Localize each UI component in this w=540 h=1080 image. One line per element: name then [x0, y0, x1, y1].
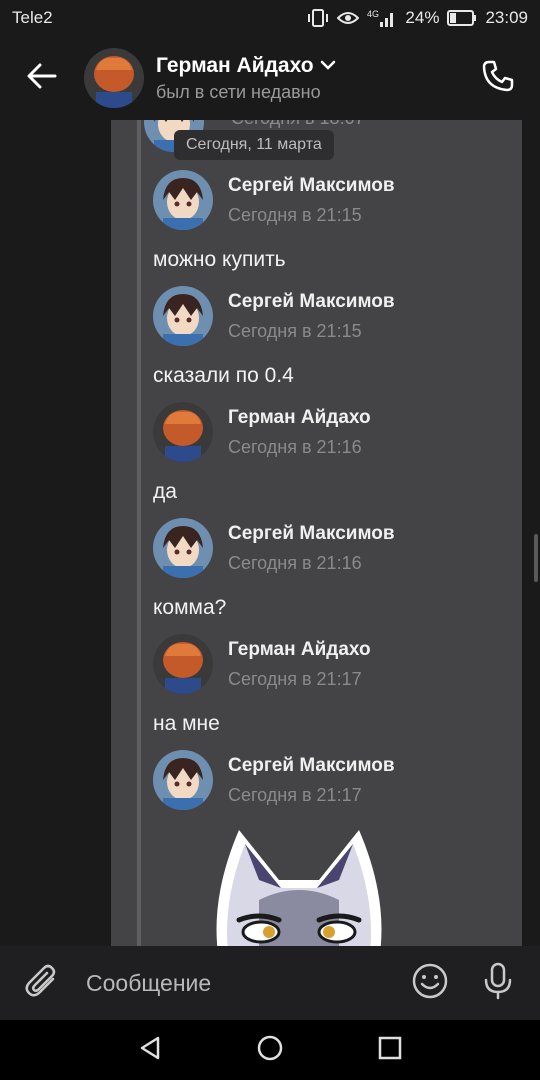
call-button[interactable]: [456, 36, 540, 120]
scrollbar[interactable]: [534, 534, 538, 582]
arrow-left-icon: [27, 63, 57, 94]
chat-title-block[interactable]: Герман Айдахо был в сети недавно: [156, 54, 456, 103]
message-time: Сегодня в 21:15: [228, 320, 362, 341]
avatar[interactable]: [153, 170, 213, 230]
chat-subtitle: был в сети недавно: [156, 81, 321, 102]
sender-name[interactable]: Сергей Максимов: [228, 755, 395, 777]
list-item[interactable]: Сергей Максимов Сегодня в 21:17: [153, 750, 513, 810]
message-text: на мне: [153, 712, 220, 735]
date-chip: Сегодня, 11 марта: [174, 130, 334, 160]
eye-icon: [337, 10, 360, 26]
nav-home-button[interactable]: [240, 1020, 300, 1080]
chat-area[interactable]: Сегодня в 18:07 Сегодня, 11 марта Сергей…: [0, 120, 540, 946]
forwarded-messages-panel[interactable]: Сегодня в 18:07 Сегодня, 11 марта Сергей…: [111, 120, 522, 946]
triangle-back-icon: [138, 1035, 162, 1066]
paperclip-icon: [25, 963, 59, 1004]
avatar[interactable]: [153, 286, 213, 346]
avatar[interactable]: [84, 48, 144, 108]
avatar[interactable]: [153, 750, 213, 810]
message-text: комма?: [153, 596, 227, 619]
nav-back-button[interactable]: [120, 1020, 180, 1080]
emoji-button[interactable]: [406, 959, 454, 1007]
signal-icon: 4G: [367, 8, 397, 28]
message-time: Сегодня в 21:17: [228, 784, 362, 805]
system-nav-bar: [0, 1020, 540, 1080]
smile-icon: [411, 962, 449, 1005]
mic-icon: [483, 962, 513, 1005]
chat-title: Герман Айдахо: [156, 53, 314, 77]
sender-name[interactable]: Герман Айдахо: [228, 639, 371, 661]
nav-recents-button[interactable]: [360, 1020, 420, 1080]
avatar[interactable]: [153, 402, 213, 462]
back-button[interactable]: [0, 36, 84, 120]
list-item[interactable]: Герман Айдахо Сегодня в 21:16 да: [153, 402, 513, 504]
message-text: сказали по 0.4: [153, 364, 294, 387]
battery-icon: [447, 10, 477, 26]
message-text: можно купить: [153, 248, 286, 271]
list-item[interactable]: Сергей Максимов Сегодня в 21:15 можно ку…: [153, 170, 513, 272]
message-input[interactable]: Сообщение: [86, 959, 386, 1007]
phone-icon: [481, 59, 515, 98]
thread-line: [137, 120, 141, 946]
message-composer: Сообщение: [0, 946, 540, 1020]
sender-name[interactable]: Сергей Максимов: [228, 175, 395, 197]
list-item[interactable]: Сергей Максимов Сегодня в 21:15 сказали …: [153, 286, 513, 388]
attach-button[interactable]: [18, 959, 66, 1007]
list-item[interactable]: Герман Айдахо Сегодня в 21:17 на мне: [153, 634, 513, 736]
circle-home-icon: [256, 1034, 284, 1067]
square-recents-icon: [377, 1035, 403, 1066]
message-time: Сегодня в 21:16: [228, 436, 362, 457]
sender-name[interactable]: Сергей Максимов: [228, 291, 395, 313]
message-time: Сегодня в 21:15: [228, 204, 362, 225]
message-time: Сегодня в 21:17: [228, 668, 362, 689]
message-time: Сегодня в 21:16: [228, 552, 362, 573]
clock-label: 23:09: [485, 8, 528, 27]
svg-text:4G: 4G: [367, 9, 379, 19]
sender-name[interactable]: Сергей Максимов: [228, 523, 395, 545]
sender-name[interactable]: Герман Айдахо: [228, 407, 371, 429]
status-bar: Tele2 4G 24% 23:09: [0, 0, 540, 36]
chat-header: Герман Айдахо был в сети недавно: [0, 36, 540, 120]
message-time: Сегодня в 18:07: [231, 120, 365, 129]
carrier-label: Tele2: [12, 8, 53, 27]
message-text: да: [153, 480, 177, 503]
cat-sticker[interactable]: [199, 820, 399, 946]
chevron-down-icon: [320, 57, 336, 75]
vibrate-icon: [307, 8, 329, 28]
list-item[interactable]: Сергей Максимов Сегодня в 21:16 комма?: [153, 518, 513, 620]
battery-label: 24%: [405, 8, 440, 27]
voice-message-button[interactable]: [474, 959, 522, 1007]
avatar[interactable]: [153, 518, 213, 578]
avatar[interactable]: [153, 634, 213, 694]
